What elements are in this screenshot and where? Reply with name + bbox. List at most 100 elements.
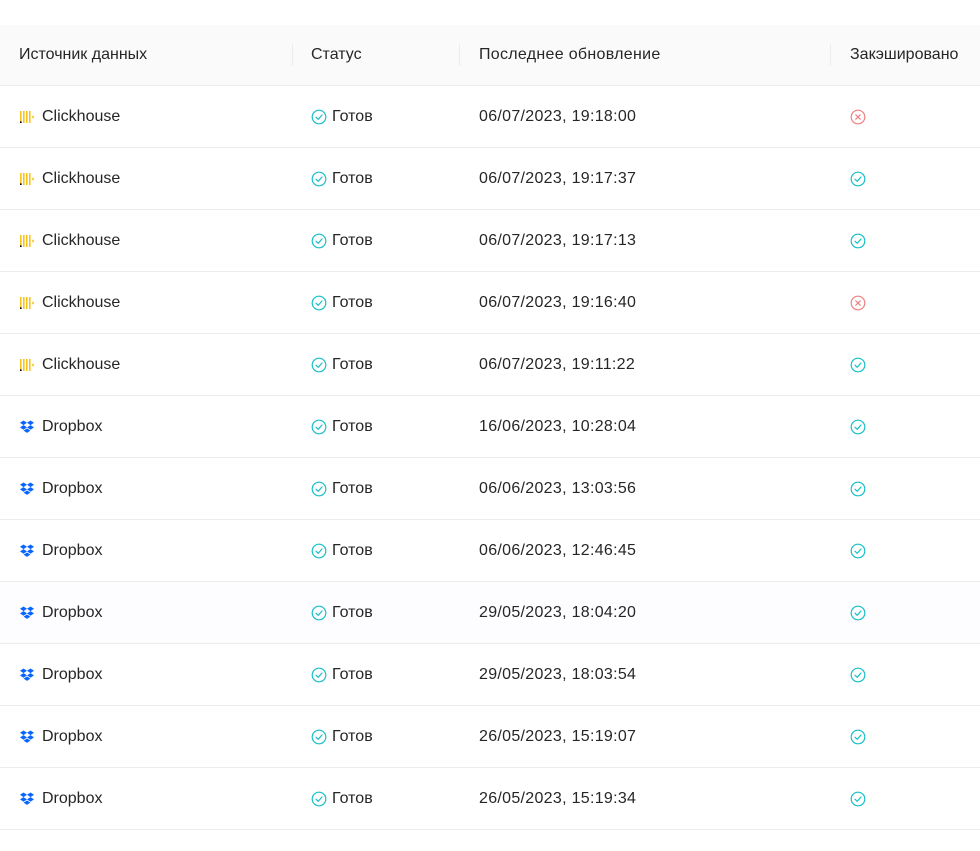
updated-timestamp: 06/06/2023, 13:03:56 — [479, 479, 637, 497]
check-circle-icon — [311, 233, 327, 249]
source-name: Clickhouse — [42, 107, 121, 125]
check-circle-icon — [311, 667, 327, 683]
status-text: Готов — [332, 727, 373, 745]
updated-timestamp: 26/05/2023, 15:19:07 — [479, 727, 637, 745]
check-circle-icon — [311, 109, 327, 125]
check-circle-icon — [850, 171, 866, 187]
cached-cell — [831, 644, 980, 705]
table-row[interactable]: Dropbox Готов 06/06/2023, 13:03:56 — [0, 458, 980, 520]
table-row[interactable]: Dropbox Готов 26/05/2023, 15:19:07 — [0, 706, 980, 768]
updated-cell: 29/05/2023, 18:04:20 — [460, 582, 831, 643]
check-circle-icon — [311, 605, 327, 621]
dropbox-icon — [19, 605, 35, 621]
check-circle-icon — [850, 605, 866, 621]
status-cell: Готов — [293, 520, 460, 581]
source-cell: Dropbox — [0, 396, 293, 457]
status-text: Готов — [332, 665, 373, 683]
source-cell: Dropbox — [0, 458, 293, 519]
source-name: Clickhouse — [42, 231, 121, 249]
updated-timestamp: 06/06/2023, 12:46:45 — [479, 541, 637, 559]
cached-cell — [831, 148, 980, 209]
clickhouse-icon — [19, 233, 35, 249]
table-row[interactable]: Dropbox Готов 29/05/2023, 18:04:20 — [0, 582, 980, 644]
check-circle-icon — [850, 729, 866, 745]
updated-cell: 06/06/2023, 12:46:45 — [460, 520, 831, 581]
dropbox-icon — [19, 419, 35, 435]
cached-cell — [831, 458, 980, 519]
column-header-updated[interactable]: Последнее обновление — [460, 25, 831, 85]
check-circle-icon — [850, 233, 866, 249]
check-circle-icon — [850, 419, 866, 435]
column-header-label: Закэшировано — [850, 46, 959, 63]
status-cell: Готов — [293, 396, 460, 457]
table-row[interactable]: Dropbox Готов 16/06/2023, 10:28:04 — [0, 396, 980, 458]
updated-timestamp: 06/07/2023, 19:16:40 — [479, 293, 637, 311]
status-cell: Готов — [293, 582, 460, 643]
source-cell: Dropbox — [0, 520, 293, 581]
cached-cell — [831, 86, 980, 147]
source-cell: Clickhouse — [0, 148, 293, 209]
source-cell: Clickhouse — [0, 272, 293, 333]
check-circle-icon — [311, 791, 327, 807]
updated-timestamp: 16/06/2023, 10:28:04 — [479, 417, 637, 435]
column-header-status[interactable]: Статус — [293, 25, 460, 85]
updated-timestamp: 29/05/2023, 18:04:20 — [479, 603, 637, 621]
status-cell: Готов — [293, 644, 460, 705]
cached-cell — [831, 520, 980, 581]
status-text: Готов — [332, 789, 373, 807]
updated-cell: 16/06/2023, 10:28:04 — [460, 396, 831, 457]
column-header-label: Последнее обновление — [479, 46, 661, 63]
updated-timestamp: 06/07/2023, 19:17:37 — [479, 169, 637, 187]
column-header-cached[interactable]: Закэшировано — [831, 25, 980, 85]
source-cell: Dropbox — [0, 768, 293, 829]
table-row[interactable]: Clickhouse Готов 06/07/2023, 19:17:13 — [0, 210, 980, 272]
table-row[interactable]: Clickhouse Готов 06/07/2023, 19:17:37 — [0, 148, 980, 210]
check-circle-icon — [850, 667, 866, 683]
check-circle-icon — [311, 729, 327, 745]
x-circle-icon — [850, 295, 866, 311]
source-cell: Dropbox — [0, 706, 293, 767]
source-name: Dropbox — [42, 541, 103, 559]
table-row[interactable]: Clickhouse Готов 06/07/2023, 19:18:00 — [0, 86, 980, 148]
source-name: Clickhouse — [42, 169, 121, 187]
source-name: Dropbox — [42, 665, 103, 683]
status-cell: Готов — [293, 768, 460, 829]
column-header-label: Источник данных — [19, 46, 148, 63]
updated-cell: 29/05/2023, 18:03:54 — [460, 644, 831, 705]
cached-cell — [831, 272, 980, 333]
source-cell: Dropbox — [0, 644, 293, 705]
clickhouse-icon — [19, 295, 35, 311]
status-cell: Готов — [293, 706, 460, 767]
source-cell: Clickhouse — [0, 334, 293, 395]
updated-cell: 06/07/2023, 19:17:37 — [460, 148, 831, 209]
source-name: Clickhouse — [42, 355, 121, 373]
updated-timestamp: 06/07/2023, 19:17:13 — [479, 231, 637, 249]
source-name: Dropbox — [42, 789, 103, 807]
cached-cell — [831, 768, 980, 829]
updated-cell: 06/07/2023, 19:18:00 — [460, 86, 831, 147]
updated-cell: 06/06/2023, 13:03:56 — [460, 458, 831, 519]
dropbox-icon — [19, 667, 35, 683]
status-text: Готов — [332, 107, 373, 125]
status-text: Готов — [332, 479, 373, 497]
updated-cell: 26/05/2023, 15:19:34 — [460, 768, 831, 829]
check-circle-icon — [311, 171, 327, 187]
source-name: Dropbox — [42, 417, 103, 435]
column-header-source[interactable]: Источник данных — [0, 25, 293, 85]
table-row[interactable]: Clickhouse Готов 06/07/2023, 19:16:40 — [0, 272, 980, 334]
table-row[interactable]: Dropbox Готов 06/06/2023, 12:46:45 — [0, 520, 980, 582]
status-text: Готов — [332, 231, 373, 249]
status-cell: Готов — [293, 334, 460, 395]
check-circle-icon — [850, 791, 866, 807]
check-circle-icon — [311, 357, 327, 373]
updated-cell: 06/07/2023, 19:16:40 — [460, 272, 831, 333]
updated-timestamp: 06/07/2023, 19:18:00 — [479, 107, 637, 125]
updated-cell: 26/05/2023, 15:19:07 — [460, 706, 831, 767]
cached-cell — [831, 706, 980, 767]
table-row[interactable]: Dropbox Готов 26/05/2023, 15:19:34 — [0, 768, 980, 830]
table-row[interactable]: Clickhouse Готов 06/07/2023, 19:11:22 — [0, 334, 980, 396]
status-cell: Готов — [293, 272, 460, 333]
source-cell: Clickhouse — [0, 210, 293, 271]
status-cell: Готов — [293, 148, 460, 209]
table-row[interactable]: Dropbox Готов 29/05/2023, 18:03:54 — [0, 644, 980, 706]
